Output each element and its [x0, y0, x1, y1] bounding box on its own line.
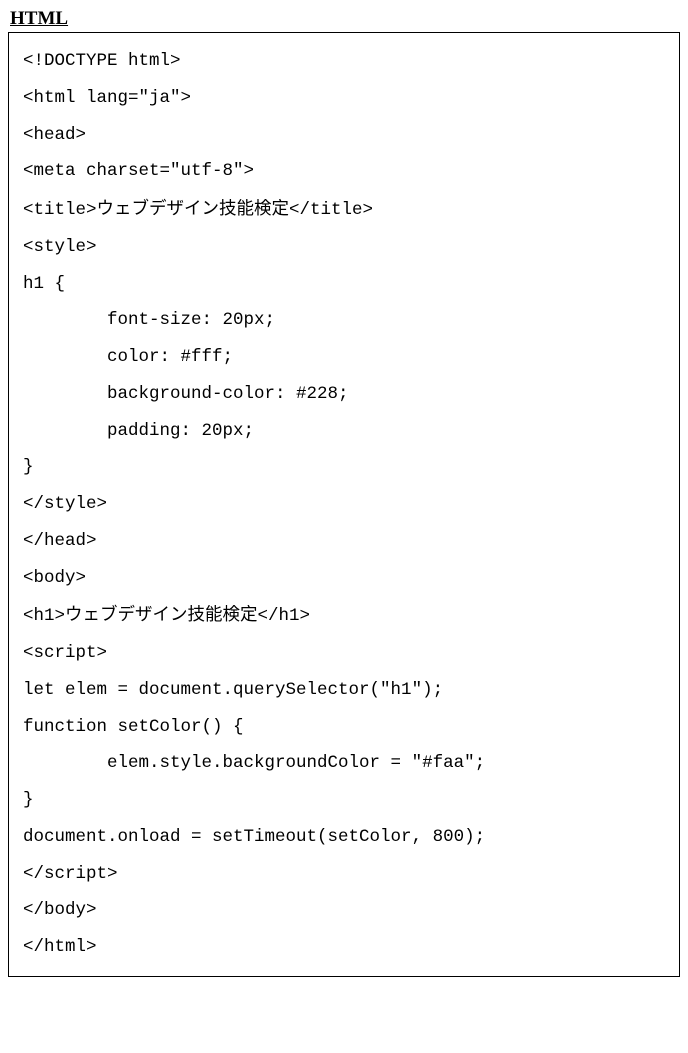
code-line: background-color: #228;: [23, 384, 349, 404]
code-line: color: #fff;: [23, 347, 233, 367]
code-line: }: [23, 790, 34, 810]
code-line: <body>: [23, 568, 86, 588]
code-line: <!DOCTYPE html>: [23, 51, 181, 71]
code-line: function setColor() {: [23, 717, 244, 737]
code-line: </head>: [23, 531, 97, 551]
code-line: <html lang="ja">: [23, 88, 191, 108]
section-label: HTML: [10, 8, 680, 30]
code-text-jp: ウェブデザイン技能検定: [97, 198, 290, 218]
code-line: </h1>: [258, 606, 311, 626]
code-line: h1 {: [23, 274, 65, 294]
code-line: <h1>: [23, 606, 65, 626]
code-line: document.onload = setTimeout(setColor, 8…: [23, 827, 485, 847]
code-line: padding: 20px;: [23, 421, 254, 441]
code-line: <style>: [23, 237, 97, 257]
code-line: <meta charset="utf-8">: [23, 161, 254, 181]
code-line: <head>: [23, 125, 86, 145]
code-text-jp: ウェブデザイン技能検定: [65, 604, 258, 624]
code-line: <script>: [23, 643, 107, 663]
code-line: font-size: 20px;: [23, 310, 275, 330]
code-line: </body>: [23, 900, 97, 920]
code-line: }: [23, 457, 34, 477]
code-line: <title>: [23, 200, 97, 220]
code-line: </script>: [23, 864, 118, 884]
code-line: </html>: [23, 937, 97, 957]
code-block: <!DOCTYPE html> <html lang="ja"> <head> …: [8, 32, 680, 977]
code-line: elem.style.backgroundColor = "#faa";: [23, 753, 485, 773]
code-line: </style>: [23, 494, 107, 514]
code-line: </title>: [289, 200, 373, 220]
code-line: let elem = document.querySelector("h1");: [23, 680, 443, 700]
